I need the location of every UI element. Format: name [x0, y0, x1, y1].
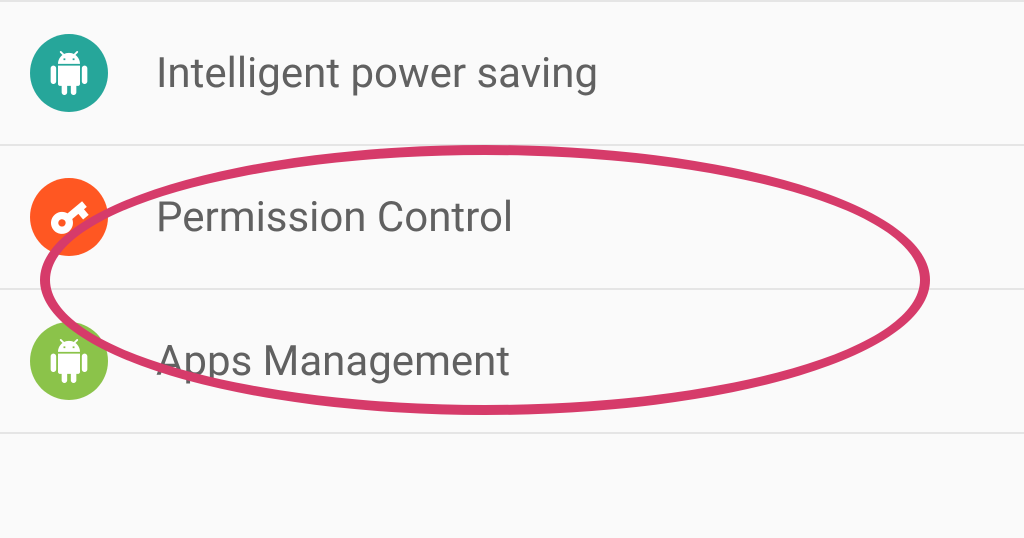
settings-item-label: Apps Management: [156, 337, 510, 386]
settings-item-apps-management[interactable]: Apps Management: [0, 290, 1024, 434]
android-icon: [30, 34, 108, 112]
settings-item-label: Permission Control: [156, 193, 513, 242]
settings-item-intelligent-power-saving[interactable]: Intelligent power saving: [0, 0, 1024, 146]
android-icon: [30, 322, 108, 400]
settings-item-permission-control[interactable]: Permission Control: [0, 146, 1024, 290]
key-icon: [30, 178, 108, 256]
settings-item-label: Intelligent power saving: [156, 49, 598, 98]
settings-list: Intelligent power saving Permission Cont…: [0, 0, 1024, 434]
